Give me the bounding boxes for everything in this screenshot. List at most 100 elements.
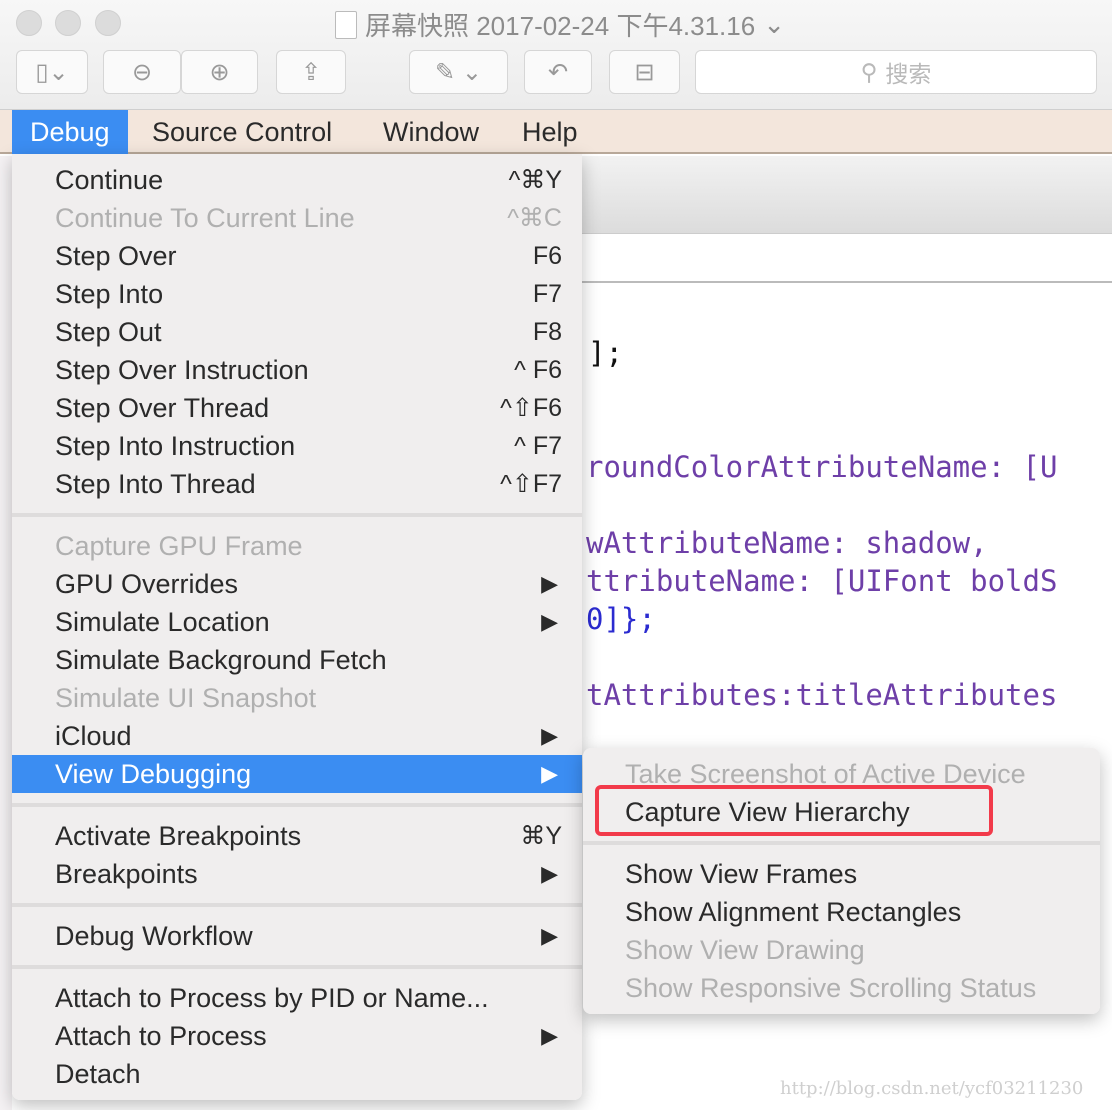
search-placeholder: 搜索 [885, 61, 932, 87]
shortcut-label: F8 [532, 318, 562, 346]
search-icon: ⚲ [860, 58, 878, 85]
code-line: roundColorAttributeName: [U [586, 450, 1058, 484]
menu-item-label: Capture GPU Frame [55, 531, 303, 561]
minimize-window-button[interactable] [55, 10, 81, 36]
menu-item-simulate-ui-snapshot: Simulate UI Snapshot [12, 679, 582, 717]
menu-source-control[interactable]: Source Control [134, 110, 350, 154]
shortcut-label: ^ F7 [514, 432, 562, 460]
shortcut-label: ^⌘Y [508, 166, 562, 194]
shortcut-label: ^⇧F6 [500, 394, 562, 422]
zoom-out-button[interactable]: ⊖ [103, 50, 181, 94]
menu-item-step-over-thread[interactable]: Step Over Thread ^⇧F6 [12, 389, 582, 427]
menu-item-label: Step Over [55, 241, 177, 271]
shortcut-label: F6 [532, 242, 562, 270]
menu-item-step-out[interactable]: Step Out F8 [12, 313, 582, 351]
menu-item-show-view-drawing: Show View Drawing [583, 931, 1100, 969]
zoom-in-button[interactable]: ⊕ [181, 50, 258, 94]
submenu-arrow-icon: ▶ [541, 1023, 558, 1048]
menu-separator [12, 503, 582, 527]
menu-item-label: Step Over Thread [55, 393, 270, 423]
menu-item-step-over[interactable]: Step Over F6 [12, 237, 582, 275]
menu-item-label: Breakpoints [55, 859, 198, 889]
menu-item-simulate-location[interactable]: Simulate Location ▶ [12, 603, 582, 641]
toolbox-button[interactable]: ⊟ [609, 50, 680, 94]
close-window-button[interactable] [16, 10, 42, 36]
menu-item-step-over-instruction[interactable]: Step Over Instruction ^ F6 [12, 351, 582, 389]
rotate-button[interactable]: ↶ [524, 50, 592, 94]
shortcut-label: F7 [532, 280, 562, 308]
window-title-text: 屏幕快照 2017-02-24 下午4.31.16 [365, 11, 756, 41]
menu-item-label: Attach to Process by PID or Name... [55, 983, 489, 1013]
menu-item-label: Debug Workflow [55, 921, 253, 951]
markup-icon: ✎ ⌄ [435, 58, 482, 86]
share-button[interactable]: ⇪ [276, 50, 346, 94]
shortcut-label: ^⌘C [507, 204, 562, 232]
chevron-down-icon: ⌄ [763, 9, 785, 39]
menu-item-label: Step Out [55, 317, 162, 347]
menu-separator [12, 955, 582, 979]
menu-item-label: Simulate Background Fetch [55, 645, 387, 675]
menu-item-label: Step Into Thread [55, 469, 256, 499]
menu-item-simulate-background-fetch[interactable]: Simulate Background Fetch [12, 641, 582, 679]
menu-item-gpu-overrides[interactable]: GPU Overrides ▶ [12, 565, 582, 603]
menu-item-label: GPU Overrides [55, 569, 239, 599]
rotate-icon: ↶ [547, 58, 569, 86]
shortcut-label: ^⇧F7 [500, 470, 562, 498]
code-line: wAttributeName: shadow, [586, 526, 988, 560]
menu-item-label: Simulate UI Snapshot [55, 683, 317, 713]
watermark: http://blog.csdn.net/ycf03211230 [780, 1078, 1084, 1099]
menu-item-label: Activate Breakpoints [55, 821, 302, 851]
menu-item-label: Show View Drawing [625, 935, 865, 965]
menu-item-step-into-thread[interactable]: Step Into Thread ^⇧F7 [12, 465, 582, 503]
search-input[interactable]: ⚲ 搜索 [695, 50, 1097, 94]
menu-item-breakpoints[interactable]: Breakpoints ▶ [12, 855, 582, 893]
markup-button[interactable]: ✎ ⌄ [409, 50, 508, 94]
menu-item-show-responsive-scrolling-status: Show Responsive Scrolling Status [583, 969, 1100, 1007]
zoom-out-icon: ⊖ [131, 58, 153, 86]
zoom-window-button[interactable] [95, 10, 121, 36]
menu-debug[interactable]: Debug [12, 110, 128, 154]
submenu-arrow-icon: ▶ [541, 571, 558, 596]
menu-item-continue[interactable]: Continue ^⌘Y [12, 161, 582, 199]
menu-item-label: Show View Frames [625, 859, 858, 889]
menu-separator [12, 893, 582, 917]
code-line: ]; [588, 336, 623, 370]
menu-item-debug-workflow[interactable]: Debug Workflow ▶ [12, 917, 582, 955]
submenu-arrow-icon: ▶ [541, 761, 558, 786]
sidebar-button[interactable]: ▯⌄ [16, 50, 88, 94]
menu-item-capture-gpu-frame: Capture GPU Frame [12, 527, 582, 565]
menu-item-step-into-instruction[interactable]: Step Into Instruction ^ F7 [12, 427, 582, 465]
code-line: 0]}; [586, 602, 656, 636]
menu-item-icloud[interactable]: iCloud ▶ [12, 717, 582, 755]
menu-item-view-debugging[interactable]: View Debugging ▶ [12, 755, 582, 793]
menu-item-step-into[interactable]: Step Into F7 [12, 275, 582, 313]
menu-item-show-alignment-rectangles[interactable]: Show Alignment Rectangles [583, 893, 1100, 931]
editor-toolbar [582, 156, 1112, 234]
menu-item-label: Simulate Location [55, 607, 270, 637]
sidebar-icon: ▯⌄ [35, 58, 69, 86]
menu-help[interactable]: Help [504, 110, 596, 154]
menu-item-label: Show Alignment Rectangles [625, 897, 962, 927]
zoom-in-icon: ⊕ [209, 58, 230, 86]
menu-bar: Debug Source Control Window Help [0, 110, 1112, 154]
menu-item-activate-breakpoints[interactable]: Activate Breakpoints ⌘Y [12, 817, 582, 855]
share-icon: ⇪ [300, 58, 322, 86]
window-title[interactable]: 屏幕快照 2017-02-24 下午4.31.16 ⌄ [335, 6, 785, 43]
menu-item-label: Continue To Current Line [55, 203, 355, 233]
menu-item-attach-to-process-by-pid-or-name[interactable]: Attach to Process by PID or Name... [12, 979, 582, 1017]
menu-item-attach-to-process[interactable]: Attach to Process ▶ [12, 1017, 582, 1055]
submenu-arrow-icon: ▶ [541, 923, 558, 948]
shortcut-label: ⌘Y [520, 822, 562, 850]
menu-item-label: Step Into [55, 279, 164, 309]
document-icon [335, 10, 357, 39]
submenu-arrow-icon: ▶ [541, 723, 558, 748]
menu-window[interactable]: Window [365, 110, 497, 154]
menu-item-detach[interactable]: Detach [12, 1055, 582, 1093]
window-titlebar: 屏幕快照 2017-02-24 下午4.31.16 ⌄ ▯⌄ ⊖ ⊕ ⇪ ✎ ⌄ … [0, 0, 1112, 110]
submenu-arrow-icon: ▶ [541, 609, 558, 634]
submenu-arrow-icon: ▶ [541, 861, 558, 886]
menu-item-label: Step Into Instruction [55, 431, 296, 461]
menu-separator [12, 793, 582, 817]
menu-item-label: Show Responsive Scrolling Status [625, 973, 1037, 1003]
menu-item-show-view-frames[interactable]: Show View Frames [583, 855, 1100, 893]
